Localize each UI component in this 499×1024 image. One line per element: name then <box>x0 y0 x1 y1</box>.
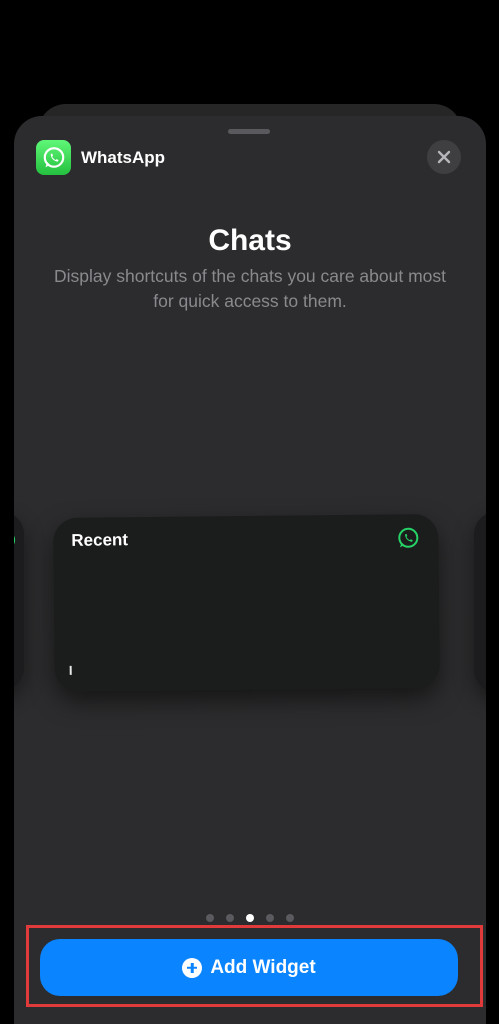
widget-gallery-sheet: WhatsApp Chats Display shortcuts of the … <box>14 116 486 1024</box>
app-name: WhatsApp <box>81 147 166 167</box>
add-widget-button[interactable]: Add Widget <box>40 939 458 996</box>
page-dot[interactable] <box>266 914 274 922</box>
page-indicator[interactable] <box>14 914 486 922</box>
whatsapp-icon <box>398 527 419 548</box>
whatsapp-icon <box>14 535 16 545</box>
page-dot[interactable] <box>286 914 294 922</box>
page-dot[interactable] <box>226 914 234 922</box>
close-button[interactable] <box>427 140 461 174</box>
widget-preview-previous[interactable] <box>14 512 24 690</box>
add-widget-label: Add Widget <box>210 956 316 978</box>
screen: WhatsApp Chats Display shortcuts of the … <box>0 0 499 1024</box>
widget-preview-next[interactable] <box>474 512 486 692</box>
page-dot[interactable] <box>206 914 214 922</box>
widget-label: Recent <box>71 530 129 550</box>
widget-placeholder-mark <box>69 665 72 675</box>
close-icon <box>437 150 451 164</box>
widget-title: Chats <box>208 224 292 257</box>
widget-preview-recent[interactable]: Recent <box>53 513 440 693</box>
page-dot-active[interactable] <box>246 914 254 922</box>
whatsapp-icon <box>36 140 71 175</box>
plus-circle-icon <box>182 957 203 978</box>
app-header: WhatsApp <box>36 140 165 175</box>
widget-description: Display shortcuts of the chats you care … <box>54 266 446 311</box>
sheet-grabber[interactable] <box>228 129 270 134</box>
widget-carousel[interactable]: Recent <box>14 508 486 708</box>
